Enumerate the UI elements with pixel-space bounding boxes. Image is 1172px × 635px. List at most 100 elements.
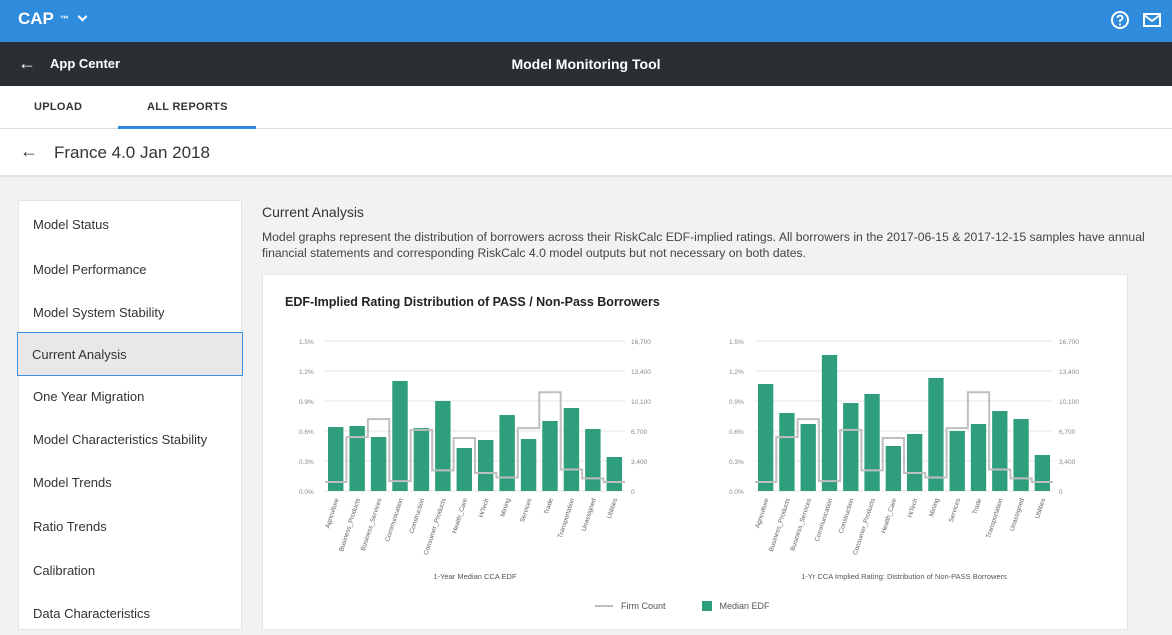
bar <box>563 408 580 491</box>
y-left-tick-label: 0.0% <box>729 489 744 496</box>
x-tick-label: Health_Care <box>451 497 469 534</box>
bar <box>520 439 537 491</box>
y-right-tick-label: 16,700 <box>1059 339 1079 346</box>
bar <box>1013 419 1029 491</box>
y-right-tick-label: 13,400 <box>631 369 651 376</box>
y-right-tick-label: 6,700 <box>631 429 648 436</box>
bar <box>949 431 965 491</box>
sidebar-item-one-year-migration[interactable]: One Year Migration <box>19 374 243 418</box>
bar <box>821 355 838 491</box>
y-left-tick-label: 1.5% <box>729 339 744 346</box>
bar <box>413 428 430 491</box>
y-left-tick-label: 0.9% <box>299 399 314 406</box>
legend-median-edf[interactable]: Median EDF <box>701 601 770 611</box>
x-axis-label: 1-Year Median CCA EDF <box>433 572 517 581</box>
sidebar-item-model-system-stability[interactable]: Model System Stability <box>19 290 243 334</box>
legend-line-swatch <box>595 605 613 607</box>
y-right-tick-label: 13,400 <box>1059 369 1079 376</box>
tab-upload[interactable]: UPLOAD <box>34 101 82 113</box>
charts-svg: 1.5% 16,700 1.2% 13,400 0.9% 10,100 0.6% 6,700 0… <box>299 339 1079 581</box>
main-content: Current Analysis Model graphs represent … <box>262 200 1162 630</box>
bar <box>349 426 365 491</box>
mail-icon[interactable] <box>1142 10 1162 30</box>
report-title: France 4.0 Jan 2018 <box>54 143 210 162</box>
brand-menu[interactable]: CAP ™ <box>18 9 88 29</box>
legend-bar-swatch <box>701 601 712 611</box>
app-bar: ← App Center Model Monitoring Tool <box>0 42 1172 86</box>
y-right-tick-label: 0 <box>631 489 635 496</box>
sidebar-item-ratio-trends[interactable]: Ratio Trends <box>19 504 243 548</box>
y-left-tick-label: 1.2% <box>729 369 744 376</box>
x-tick-label: Communication <box>384 497 405 542</box>
y-left-tick-label: 1.5% <box>299 339 314 346</box>
bar <box>906 434 923 491</box>
x-tick-label: Consumer_Products <box>852 497 877 556</box>
y-left-tick-label: 0.6% <box>729 429 744 436</box>
y-right-tick-label: 0 <box>1059 489 1063 496</box>
x-tick-label: Agriculture <box>754 497 770 529</box>
x-tick-label: Utilities <box>606 497 619 520</box>
tab-all-reports[interactable]: ALL REPORTS <box>147 101 228 113</box>
y-left-tick-label: 0.3% <box>729 459 744 466</box>
x-tick-label: HiTech <box>907 497 920 518</box>
bar <box>843 403 859 491</box>
y-right-tick-label: 16,700 <box>631 339 651 346</box>
x-tick-label: Business_Services <box>789 497 813 552</box>
y-right-tick-label: 3,400 <box>1059 459 1076 466</box>
chart-card: EDF-Implied Rating Distribution of PASS … <box>262 274 1128 630</box>
sidebar-item-model-trends[interactable]: Model Trends <box>19 460 243 504</box>
x-tick-label: Utilities <box>1034 497 1047 520</box>
legend-firm-count[interactable]: Firm Count <box>595 601 666 611</box>
y-right-tick-label: 10,100 <box>631 399 651 406</box>
sidebar-item-model-status[interactable]: Model Status <box>19 202 243 246</box>
x-tick-label: Services <box>948 497 963 524</box>
bar <box>585 429 601 491</box>
brand-name: CAP <box>18 9 54 28</box>
sidebar-item-current-analysis[interactable]: Current Analysis <box>17 332 243 376</box>
x-tick-label: Unassigned <box>580 497 597 532</box>
x-tick-label: Transportation <box>985 497 1005 539</box>
bar <box>992 411 1008 491</box>
report-back-arrow-icon[interactable]: ← <box>20 141 38 162</box>
firm-count-line <box>325 391 625 484</box>
app-title: Model Monitoring Tool <box>511 56 661 72</box>
x-tick-label: Agriculture <box>324 497 340 529</box>
chart-legend: Firm Count Median EDF <box>595 601 770 611</box>
y-left-tick-label: 0.9% <box>729 399 744 406</box>
x-tick-label: Unassigned <box>1009 497 1026 532</box>
y-right-tick-label: 3,400 <box>631 459 648 466</box>
y-right-tick-label: 6,700 <box>1059 429 1076 436</box>
bar <box>1034 455 1051 491</box>
x-tick-label: Mining <box>499 497 512 518</box>
tab-bar: UPLOAD ALL REPORTS <box>0 86 1172 129</box>
bar <box>800 424 816 491</box>
x-tick-label: Construction <box>838 497 856 534</box>
sidebar-item-model-characteristics-stability[interactable]: Model Characteristics Stability <box>19 417 243 461</box>
bar <box>864 394 880 491</box>
bar <box>478 440 494 491</box>
x-tick-label: HiTech <box>478 497 491 518</box>
x-tick-label: Construction <box>408 497 426 534</box>
sidebar-item-model-performance[interactable]: Model Performance <box>19 247 243 291</box>
y-left-tick-label: 0.6% <box>299 429 314 436</box>
x-tick-label: Mining <box>928 497 941 518</box>
section-title: Current Analysis <box>262 204 364 220</box>
bar <box>970 424 987 491</box>
bar <box>392 381 408 491</box>
y-right-tick-label: 10,100 <box>1059 399 1079 406</box>
x-tick-label: Business_Products <box>338 497 362 553</box>
y-left-tick-label: 1.2% <box>299 369 314 376</box>
x-tick-label: Health_Care <box>880 497 898 534</box>
x-tick-label: Consumer_Products <box>423 497 448 556</box>
x-tick-label: Business_Services <box>360 497 384 552</box>
legend-median-edf-label: Median EDF <box>719 601 770 611</box>
x-tick-label: Communication <box>814 497 835 542</box>
brand-tm: ™ <box>59 14 69 24</box>
y-left-tick-label: 0.0% <box>299 489 314 496</box>
help-icon[interactable] <box>1110 10 1130 30</box>
bar <box>757 384 774 491</box>
x-tick-label: Business_Products <box>768 497 792 553</box>
sidebar-item-calibration[interactable]: Calibration <box>19 548 243 592</box>
sidebar-item-data-characteristics[interactable]: Data Characteristics <box>19 591 243 635</box>
bar <box>370 437 387 491</box>
